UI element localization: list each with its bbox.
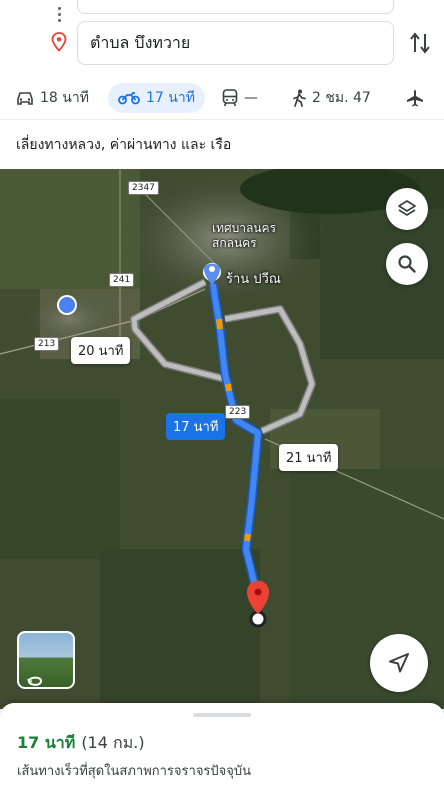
road-shield-213: 213: [34, 337, 60, 351]
route-options-text[interactable]: เลี่ยงทางหลวง, ค่าผ่านทาง และ เรือ: [0, 121, 444, 169]
transit-icon: [222, 89, 238, 107]
road-shield-241: 241: [109, 273, 135, 287]
mode-transit-label: —: [244, 90, 258, 106]
route-label-17min[interactable]: 17 นาที: [166, 413, 226, 440]
origin-field[interactable]: [77, 0, 394, 14]
layers-button[interactable]: [386, 188, 428, 230]
street-view-thumbnail[interactable]: [17, 631, 75, 689]
directions-header: ตำบล บึงทวาย: [0, 0, 444, 76]
route-label-20min[interactable]: 20 นาที: [71, 337, 131, 364]
more-dots-icon: [55, 4, 63, 26]
destination-field[interactable]: ตำบล บึงทวาย: [77, 21, 394, 65]
town-label-line2: สกลนคร: [212, 236, 257, 250]
route-label-21min[interactable]: 21 นาที: [279, 444, 339, 471]
navigation-arrow-icon: [389, 653, 409, 673]
flight-icon: [407, 90, 423, 107]
location-pin-icon: [51, 32, 67, 52]
mode-transit[interactable]: —: [222, 83, 258, 113]
travel-mode-bar: 18 นาที 17 นาที — 2 ชม. 47: [0, 76, 444, 120]
route-time: 17 นาที: [17, 733, 76, 752]
search-button[interactable]: [386, 243, 428, 285]
sheet-drag-handle[interactable]: [193, 713, 251, 717]
route-summary: 17 นาที (14 กม.): [17, 731, 145, 756]
mode-car-label: 18 นาที: [40, 90, 89, 106]
route-distance: (14 กม.): [81, 733, 145, 752]
map-view[interactable]: 2347 241 213 223 เทศบาลนคร สกลนคร ร้าน ป…: [0, 169, 444, 709]
street-view-rotate-icon: [27, 676, 43, 686]
route-summary-sheet[interactable]: 17 นาที (14 กม.) เส้นทางเร็วที่สุดในสภาพก…: [0, 703, 444, 785]
motorcycle-icon: [118, 92, 140, 105]
walk-icon: [293, 89, 306, 107]
layers-icon: [398, 200, 416, 216]
car-icon: [17, 92, 33, 105]
navigation-button[interactable]: [370, 634, 428, 692]
mode-flight[interactable]: [406, 83, 430, 113]
shop-label[interactable]: ร้าน ปวีณ: [226, 272, 281, 287]
mode-motorcycle-label: 17 นาที: [146, 90, 195, 106]
route-description: เส้นทางเร็วที่สุดในสภาพการจราจรปัจจุบัน: [17, 764, 252, 779]
town-label-line1: เทศบาลนคร: [212, 221, 277, 235]
road-shield-223: 223: [225, 405, 251, 419]
mode-walk-label: 2 ชม. 47: [312, 90, 371, 106]
destination-text: ตำบล บึงทวาย: [90, 32, 191, 52]
swap-icon[interactable]: [408, 30, 432, 56]
mode-car[interactable]: 18 นาที: [16, 83, 89, 113]
mode-walk[interactable]: 2 ชม. 47: [292, 83, 371, 113]
avoid-label: เลี่ยงทางหลวง, ค่าผ่านทาง และ เรือ: [16, 137, 232, 153]
road-shield-2347: 2347: [128, 181, 159, 195]
search-icon: [398, 255, 416, 273]
mode-motorcycle[interactable]: 17 นาที: [108, 83, 205, 113]
town-label: เทศบาลนคร สกลนคร: [212, 221, 276, 251]
